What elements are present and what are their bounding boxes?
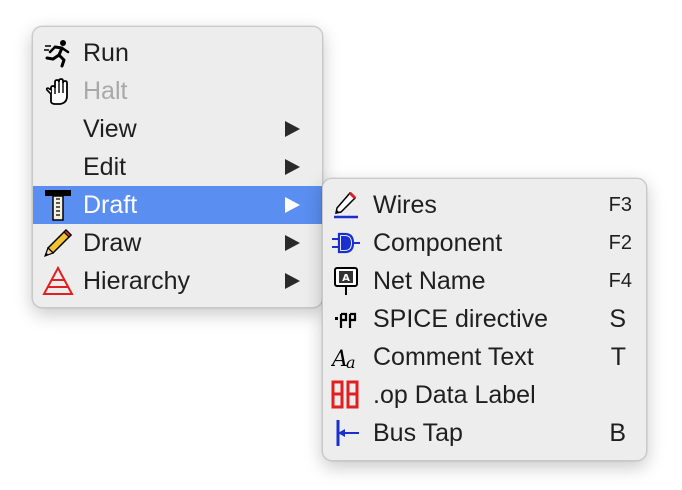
- bus-tap-icon: [329, 416, 363, 450]
- shortcut-label: T: [610, 343, 626, 371]
- submenu-item-wires[interactable]: Wires F3: [323, 186, 646, 224]
- submenu-item-label: SPICE directive: [373, 305, 549, 333]
- t-square-icon: [41, 188, 75, 222]
- menu-item-draft[interactable]: Draft: [33, 186, 322, 224]
- halt-hand-icon: [41, 74, 75, 108]
- menu-item-run[interactable]: Run: [33, 34, 322, 72]
- svg-text:A: A: [342, 273, 350, 284]
- submenu-arrow-icon: [285, 159, 300, 175]
- menu-item-label: Edit: [83, 153, 127, 181]
- submenu-item-comment-text[interactable]: A a Comment Text T: [323, 338, 646, 376]
- main-context-menu: Run Halt View Edit Draft Draw Hierarchy: [32, 26, 323, 308]
- shortcut-label: F3: [608, 194, 632, 216]
- submenu-item-net-name[interactable]: A Net Name F4: [323, 262, 646, 300]
- pencil-icon: [41, 226, 75, 260]
- op-data-label-icon: [329, 378, 363, 412]
- menu-item-label: Hierarchy: [83, 267, 190, 295]
- comment-text-icon: A a: [329, 340, 363, 374]
- spice-directive-icon: [329, 302, 363, 336]
- menu-item-view[interactable]: View: [33, 110, 322, 148]
- component-gate-icon: [329, 226, 363, 260]
- menu-item-label: View: [83, 115, 137, 143]
- shortcut-label: F2: [608, 232, 632, 254]
- submenu-item-label: Wires: [373, 191, 437, 219]
- svg-text:a: a: [346, 353, 356, 372]
- wire-pencil-icon: [329, 188, 363, 222]
- submenu-item-spice-directive[interactable]: SPICE directive S: [323, 300, 646, 338]
- menu-item-halt[interactable]: Halt: [33, 72, 322, 110]
- submenu-item-label: Net Name: [373, 267, 486, 295]
- menu-item-hierarchy[interactable]: Hierarchy: [33, 262, 322, 300]
- hierarchy-triangle-icon: [41, 264, 75, 298]
- menu-item-label: Run: [83, 39, 129, 67]
- net-name-label-icon: A: [329, 264, 363, 298]
- menu-item-edit[interactable]: Edit: [33, 148, 322, 186]
- running-man-icon: [41, 36, 75, 70]
- submenu-arrow-icon: [285, 121, 300, 137]
- draft-submenu: Wires F3 Component F2 A Net Name F4 SPIC…: [322, 178, 647, 461]
- menu-item-label: Draft: [83, 191, 138, 219]
- submenu-arrow-icon: [285, 197, 300, 213]
- submenu-item-label: Component: [373, 229, 503, 257]
- submenu-item-label: Comment Text: [373, 343, 534, 371]
- submenu-item-label: Bus Tap: [373, 419, 463, 447]
- submenu-arrow-icon: [285, 235, 300, 251]
- shortcut-label: F4: [608, 270, 632, 292]
- submenu-arrow-icon: [285, 273, 300, 289]
- submenu-item-bus-tap[interactable]: Bus Tap B: [323, 414, 646, 452]
- shortcut-label: S: [609, 305, 626, 333]
- submenu-item-component[interactable]: Component F2: [323, 224, 646, 262]
- shortcut-label: B: [609, 419, 626, 447]
- menu-item-label: Draw: [83, 229, 142, 257]
- submenu-item-label: .op Data Label: [373, 381, 536, 409]
- submenu-item-op-data-label[interactable]: .op Data Label: [323, 376, 646, 414]
- menu-item-label: Halt: [83, 77, 128, 105]
- menu-item-draw[interactable]: Draw: [33, 224, 322, 262]
